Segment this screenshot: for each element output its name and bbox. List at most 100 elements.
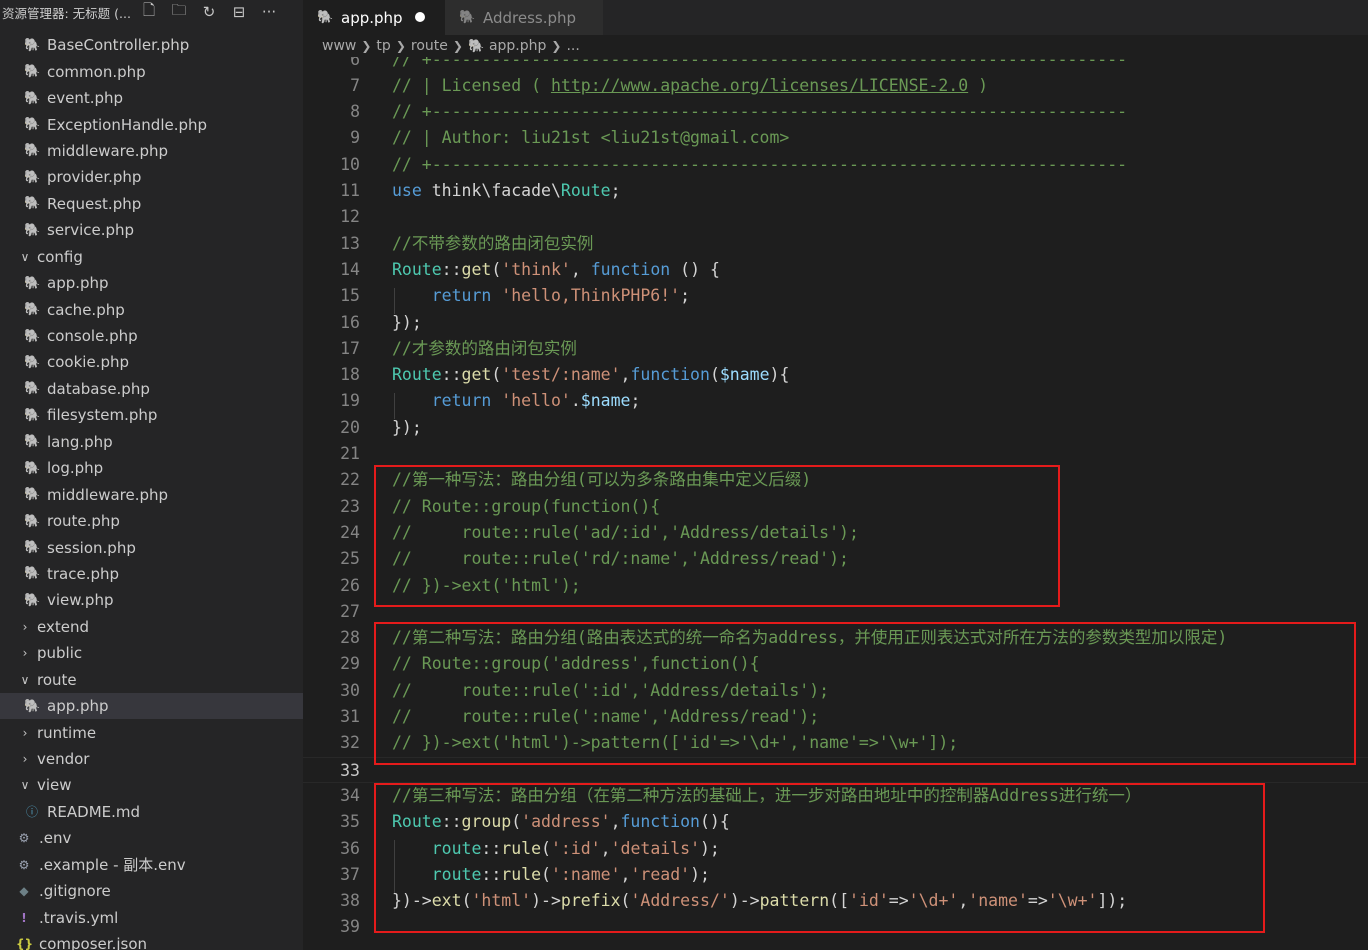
- php-elephant-icon: 🐘: [24, 64, 41, 80]
- chevron-right-icon: ›: [22, 619, 28, 634]
- code-line[interactable]: 21: [303, 441, 1368, 467]
- tree-file[interactable]: 🐘 session.php: [0, 534, 303, 560]
- breadcrumb-item[interactable]: www: [322, 38, 356, 54]
- gear-icon: ⚙: [18, 857, 30, 872]
- tree-file[interactable]: 🐘 service.php: [0, 217, 303, 243]
- breadcrumb-item[interactable]: tp: [376, 38, 390, 54]
- tree-folder[interactable]: › extend: [0, 614, 303, 640]
- yaml-icon: !: [21, 910, 27, 925]
- code-line[interactable]: 18 Route::get('test/:name',function($name…: [303, 362, 1368, 388]
- tab-address-php[interactable]: 🐘 Address.php: [445, 0, 603, 35]
- code-editor[interactable]: 6 // +-----------------------------------…: [303, 57, 1368, 950]
- tree-file[interactable]: 🐘 provider.php: [0, 164, 303, 190]
- code-token: ::: [441, 365, 462, 385]
- code-text: // | Author: liu21st <liu21st@gmail.com>: [392, 125, 789, 151]
- tab-label: Address.php: [483, 8, 577, 27]
- tree-file[interactable]: ⓘ README.md: [0, 799, 303, 825]
- line-number: 17: [340, 338, 360, 358]
- code-text: return 'hello,ThinkPHP6!';: [392, 283, 690, 309]
- tree-file[interactable]: {} composer.json: [0, 931, 303, 950]
- code-token: ;: [630, 391, 641, 411]
- code-line[interactable]: 8 // +-----------------------------------…: [303, 99, 1368, 125]
- tree-file[interactable]: ⚙ .env: [0, 825, 303, 851]
- php-elephant-icon: 🐘: [459, 10, 476, 25]
- code-line[interactable]: 19 return 'hello'.$name;: [303, 388, 1368, 414]
- tree-file[interactable]: 🐘 BaseController.php: [0, 32, 303, 58]
- tree-file[interactable]: ⚙ .example - 副本.env: [0, 852, 303, 878]
- code-line[interactable]: 7 // | Licensed ( http://www.apache.org/l…: [303, 73, 1368, 99]
- tree-folder[interactable]: › vendor: [0, 746, 303, 772]
- code-link[interactable]: http://www.apache.org/licenses/LICENSE-2…: [551, 76, 968, 95]
- tree-file[interactable]: ◆ .gitignore: [0, 878, 303, 904]
- breadcrumb-item[interactable]: route: [411, 38, 448, 54]
- new-file-icon[interactable]: 🗋: [134, 0, 164, 24]
- tree-item-label: .travis.yml: [39, 908, 119, 927]
- tree-item-label: Request.php: [47, 194, 142, 213]
- tree-file[interactable]: 🐘 console.php: [0, 323, 303, 349]
- tree-file[interactable]: 🐘 middleware.php: [0, 138, 303, 164]
- explorer-header: 资源管理器: 无标题 (... 🗋 🗀 ↻ ⊟ ···: [0, 0, 303, 24]
- highlight-box-method-1: [374, 465, 1060, 607]
- tree-item-label: cookie.php: [47, 353, 130, 372]
- code-text: });: [392, 310, 422, 336]
- tree-file[interactable]: 🐘 event.php: [0, 85, 303, 111]
- tree-file[interactable]: 🐘 Request.php: [0, 191, 303, 217]
- more-icon[interactable]: ···: [254, 0, 284, 24]
- line-number: 27: [340, 601, 360, 621]
- tree-item-label: filesystem.php: [47, 406, 158, 425]
- code-text: // +------------------------------------…: [392, 152, 1127, 178]
- tree-folder[interactable]: › runtime: [0, 719, 303, 745]
- tree-file[interactable]: 🐘 trace.php: [0, 561, 303, 587]
- code-line[interactable]: 13 //不带参数的路由闭包实例: [303, 231, 1368, 257]
- code-line[interactable]: 11 use think\facade\Route;: [303, 178, 1368, 204]
- tree-folder[interactable]: ∨ route: [0, 667, 303, 693]
- code-line[interactable]: 20});: [303, 415, 1368, 441]
- code-line[interactable]: 16});: [303, 310, 1368, 336]
- refresh-icon[interactable]: ↻: [194, 0, 224, 24]
- tree-folder[interactable]: › public: [0, 640, 303, 666]
- code-line[interactable]: 12: [303, 204, 1368, 230]
- tree-item-label: session.php: [47, 538, 136, 557]
- code-line[interactable]: 9 // | Author: liu21st <liu21st@gmail.com…: [303, 125, 1368, 151]
- collapse-all-icon[interactable]: ⊟: [224, 0, 254, 24]
- tree-file[interactable]: 🐘 cache.php: [0, 296, 303, 322]
- tree-file[interactable]: 🐘 view.php: [0, 587, 303, 613]
- breadcrumb-item[interactable]: ...: [566, 38, 579, 54]
- tree-file[interactable]: 🐘 cookie.php: [0, 349, 303, 375]
- php-elephant-icon: 🐘: [24, 37, 41, 53]
- tree-file[interactable]: 🐘 app.php: [0, 692, 303, 720]
- tree-file[interactable]: 🐘 database.php: [0, 376, 303, 402]
- tree-item-label: middleware.php: [47, 141, 169, 160]
- tree-item-label: event.php: [47, 89, 124, 108]
- tree-item-label: .env: [39, 829, 72, 848]
- tree-file[interactable]: 🐘 middleware.php: [0, 481, 303, 507]
- php-elephant-icon: 🐘: [24, 117, 41, 133]
- tree-folder[interactable]: ∨ config: [0, 244, 303, 270]
- tree-file[interactable]: 🐘 log.php: [0, 455, 303, 481]
- tree-item-label: route.php: [47, 512, 120, 531]
- tree-file[interactable]: 🐘 filesystem.php: [0, 402, 303, 428]
- git-icon: ◆: [19, 884, 29, 899]
- chevron-right-icon: ›: [22, 646, 28, 661]
- new-folder-icon[interactable]: 🗀: [164, 0, 194, 24]
- code-line[interactable]: 14 Route::get('think', function () {: [303, 257, 1368, 283]
- tree-file[interactable]: 🐘 lang.php: [0, 429, 303, 455]
- tab-app-php[interactable]: 🐘 app.php: [303, 0, 445, 35]
- unsaved-dot-icon[interactable]: [415, 12, 425, 22]
- code-token: });: [392, 312, 422, 332]
- code-line[interactable]: 10 // +----------------------------------…: [303, 152, 1368, 178]
- code-token: // +------------------------------------…: [392, 154, 1128, 174]
- breadcrumb-item[interactable]: app.php: [489, 38, 546, 54]
- code-line[interactable]: 17 //才参数的路由闭包实例: [303, 336, 1368, 362]
- tree-file[interactable]: 🐘 common.php: [0, 58, 303, 84]
- tree-file[interactable]: 🐘 route.php: [0, 508, 303, 534]
- code-line[interactable]: 6 // +-----------------------------------…: [303, 57, 1368, 73]
- tree-file[interactable]: 🐘 ExceptionHandle.php: [0, 111, 303, 137]
- tree-file[interactable]: 🐘 app.php: [0, 270, 303, 296]
- tree-file[interactable]: ! .travis.yml: [0, 904, 303, 930]
- line-number: 25: [340, 549, 360, 569]
- tree-folder[interactable]: ∨ view: [0, 772, 303, 798]
- code-line[interactable]: 15 return 'hello,ThinkPHP6!';: [303, 283, 1368, 309]
- line-number: 35: [340, 812, 360, 832]
